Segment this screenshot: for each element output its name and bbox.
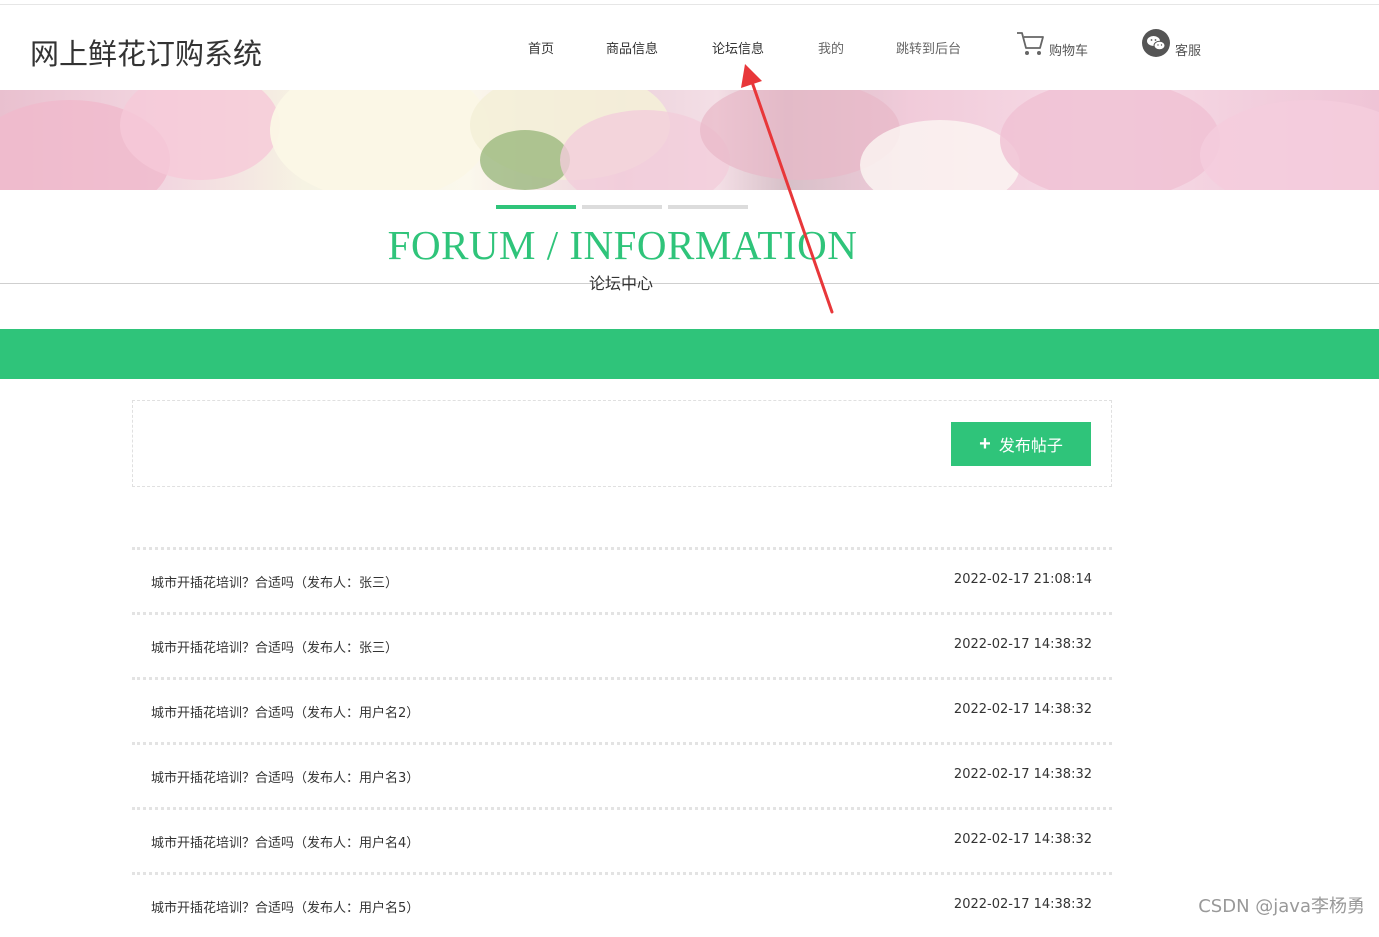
tab-indicator (668, 205, 748, 209)
list-item[interactable]: 城市开插花培训？合适吗（发布人：用户名5） 2022-02-17 14:38:3… (132, 872, 1112, 937)
wechat-icon (1141, 28, 1171, 62)
green-banner-bar (0, 329, 1379, 379)
watermark: CSDN @java李杨勇 (1198, 896, 1365, 917)
service-label: 客服 (1175, 43, 1202, 59)
post-time: 2022-02-17 14:38:32 (953, 832, 1092, 847)
section-title-cn: 论坛中心 (588, 274, 653, 293)
site-title: 网上鲜花订购系统 (30, 37, 263, 71)
tab-indicator-active (496, 205, 576, 209)
post-time: 2022-02-17 14:38:32 (953, 897, 1092, 912)
list-item[interactable]: 城市开插花培训？合适吗（发布人：用户名3） 2022-02-17 14:38:3… (132, 742, 1112, 807)
list-item[interactable]: 城市开插花培训？合适吗（发布人：张三） 2022-02-17 21:08:14 (132, 547, 1112, 612)
nav-forum[interactable]: 论坛信息 (712, 38, 764, 57)
publish-post-label: 发布帖子 (998, 438, 1063, 455)
post-time: 2022-02-17 14:38:32 (953, 637, 1092, 652)
section-heading: FORUM / INFORMATION (0, 221, 1379, 269)
cart-label: 购物车 (1049, 43, 1089, 59)
tab-indicator (582, 205, 662, 209)
post-title[interactable]: 城市开插花培训？合适吗（发布人：用户名4） (151, 832, 419, 851)
nav-mine[interactable]: 我的 (818, 38, 844, 57)
nav-service[interactable]: 客服 (1141, 29, 1201, 61)
list-item[interactable]: 城市开插花培训？合适吗（发布人：用户名4） 2022-02-17 14:38:3… (132, 807, 1112, 872)
list-item[interactable]: 城市开插花培训？合适吗（发布人：用户名2） 2022-02-17 14:38:3… (132, 677, 1112, 742)
forum-toolbar: + 发布帖子 (132, 400, 1112, 487)
nav-products[interactable]: 商品信息 (606, 38, 658, 57)
post-time: 2022-02-17 14:38:32 (953, 767, 1092, 782)
list-item[interactable]: 城市开插花培训？合适吗（发布人：张三） 2022-02-17 14:38:32 (132, 612, 1112, 677)
section-subtitle-wrap: 论坛中心 (0, 270, 1379, 294)
post-title[interactable]: 城市开插花培训？合适吗（发布人：张三） (151, 637, 398, 656)
post-title[interactable]: 城市开插花培训？合适吗（发布人：用户名5） (151, 897, 419, 916)
site-header: 网上鲜花订购系统 首页 商品信息 论坛信息 我的 跳转到后台 购物车 客服 (0, 5, 1379, 90)
post-title[interactable]: 城市开插花培训？合适吗（发布人：用户名3） (151, 767, 419, 786)
cart-icon (1015, 29, 1045, 61)
nav-home[interactable]: 首页 (528, 38, 554, 57)
plus-icon: + (979, 432, 991, 455)
section-title-en: FORUM / INFORMATION (387, 222, 858, 268)
nav-cart[interactable]: 购物车 (1015, 29, 1088, 61)
post-time: 2022-02-17 21:08:14 (953, 572, 1092, 587)
publish-post-button[interactable]: + 发布帖子 (951, 422, 1091, 466)
post-title[interactable]: 城市开插花培训？合适吗（发布人：张三） (151, 572, 398, 591)
post-title[interactable]: 城市开插花培训？合适吗（发布人：用户名2） (151, 702, 419, 721)
flower-banner (0, 90, 1379, 190)
post-list: 城市开插花培训？合适吗（发布人：张三） 2022-02-17 21:08:14 … (132, 547, 1112, 937)
nav-admin[interactable]: 跳转到后台 (896, 38, 961, 57)
post-time: 2022-02-17 14:38:32 (953, 702, 1092, 717)
